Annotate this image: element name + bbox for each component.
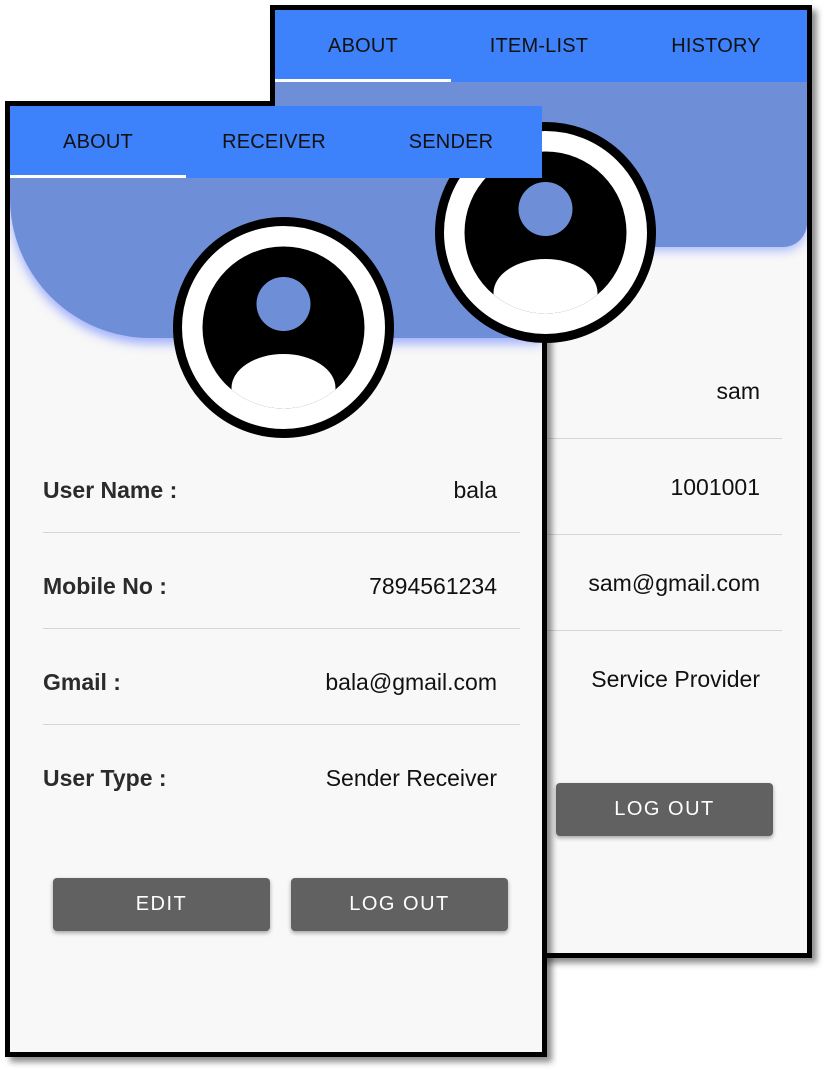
user-type-value: Service Provider <box>591 666 760 692</box>
user-type-label: User Type : <box>43 765 167 791</box>
tab-item-list[interactable]: ITEM-LIST <box>451 10 627 82</box>
edit-button[interactable]: EDIT <box>53 878 270 931</box>
mobile-no-label: Mobile No : <box>43 573 167 599</box>
gmail-value: bala@gmail.com <box>325 669 497 695</box>
user-type-value: Sender Receiver <box>325 765 497 791</box>
account-circle-icon <box>173 217 394 438</box>
mobile-no-value: 1001001 <box>670 474 760 500</box>
tab-sender[interactable]: SENDER <box>363 106 539 178</box>
logout-button[interactable]: LOG OUT <box>291 878 508 931</box>
active-tab-indicator <box>10 175 186 178</box>
tab-history[interactable]: HISTORY <box>628 10 804 82</box>
gmail-label: Gmail : <box>43 669 121 695</box>
logout-button[interactable]: LOG OUT <box>556 783 773 836</box>
tab-about[interactable]: ABOUT <box>275 10 451 82</box>
tab-about[interactable]: ABOUT <box>10 106 186 178</box>
user-name-value: sam <box>716 378 760 404</box>
tab-bar: ABOUT RECEIVER SENDER <box>10 106 542 178</box>
mobile-no-value: 7894561234 <box>369 573 497 599</box>
user-name-label: User Name : <box>43 477 178 503</box>
divider <box>43 724 520 725</box>
gmail-value: sam@gmail.com <box>588 570 760 596</box>
active-tab-indicator <box>275 79 451 82</box>
divider <box>43 532 520 533</box>
tab-receiver[interactable]: RECEIVER <box>186 106 362 178</box>
divider <box>43 628 520 629</box>
tab-bar: ABOUT ITEM-LIST HISTORY <box>275 10 807 82</box>
user-name-value: bala <box>453 477 497 503</box>
